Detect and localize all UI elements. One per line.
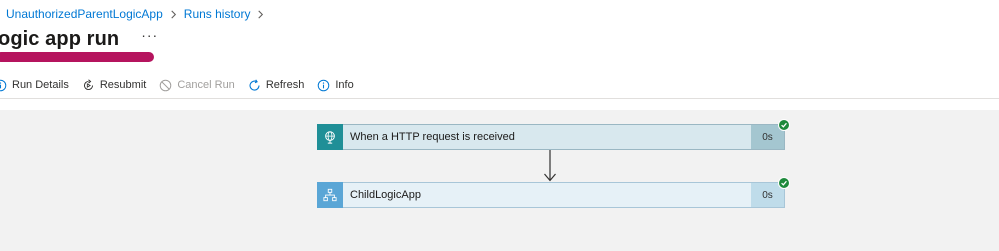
info-circle-icon [0, 79, 7, 92]
command-bar: Run Details Resubmit Cancel Run Refresh … [0, 76, 367, 94]
redaction-mark [0, 52, 154, 62]
run-details-label: Run Details [12, 79, 69, 91]
resubmit-button[interactable]: Resubmit [82, 78, 147, 92]
breadcrumb-item-runs-history[interactable]: Runs history [184, 7, 251, 21]
http-request-icon [317, 124, 343, 150]
more-options-button[interactable]: ··· [141, 28, 158, 42]
step-title: ChildLogicApp [350, 189, 421, 201]
refresh-icon [248, 79, 261, 92]
info-label: Info [335, 79, 354, 91]
resubmit-label: Resubmit [99, 79, 147, 91]
page-title: ogic app run [0, 27, 120, 50]
resubmit-icon [82, 78, 95, 92]
cancel-run-label: Cancel Run [177, 79, 235, 91]
step-child-logic-app[interactable]: ChildLogicApp 0s [317, 177, 790, 208]
toolbar-divider [0, 98, 999, 99]
success-check-icon [778, 119, 790, 131]
title-row: ogic app run ··· [0, 24, 158, 54]
success-check-icon [778, 177, 790, 189]
breadcrumb-item-parent-logic-app[interactable]: UnauthorizedParentLogicApp [6, 7, 163, 21]
designer-canvas: When a HTTP request is received 0s Child… [0, 110, 999, 251]
run-details-button[interactable]: Run Details [0, 79, 69, 92]
step-title: When a HTTP request is received [350, 131, 515, 143]
refresh-label: Refresh [265, 79, 305, 91]
info-button[interactable]: Info [317, 79, 354, 92]
connector-arrow-icon [544, 150, 556, 182]
cancel-icon [159, 79, 172, 92]
cancel-run-button[interactable]: Cancel Run [159, 79, 235, 92]
breadcrumb: UnauthorizedParentLogicApp Runs history [6, 6, 271, 22]
refresh-button[interactable]: Refresh [248, 79, 305, 92]
step-http-request-trigger[interactable]: When a HTTP request is received 0s [317, 119, 790, 150]
workflow-icon [317, 182, 343, 208]
chevron-right-icon [256, 10, 265, 19]
info-icon [317, 79, 330, 92]
chevron-right-icon [169, 10, 178, 19]
